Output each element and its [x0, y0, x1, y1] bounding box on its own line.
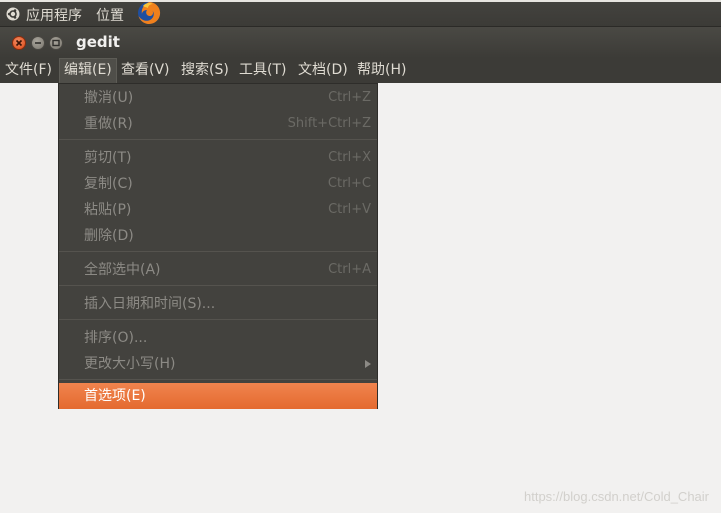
- menu-item-undo[interactable]: 撤消(U) Ctrl+Z: [59, 85, 377, 111]
- menu-documents[interactable]: 文档(D): [294, 58, 352, 83]
- menu-view[interactable]: 查看(V): [117, 58, 174, 83]
- applications-menu[interactable]: 应用程序: [26, 5, 82, 25]
- menu-help[interactable]: 帮助(H): [353, 58, 410, 83]
- menu-item-delete[interactable]: 删除(D): [59, 223, 377, 249]
- menu-item-label: 撤消(U): [84, 90, 134, 106]
- window-title: gedit: [76, 33, 120, 51]
- top-panel: 应用程序 位置: [0, 0, 721, 27]
- menu-item-label: 插入日期和时间(S)...: [84, 296, 216, 312]
- menu-item-cut[interactable]: 剪切(T) Ctrl+X: [59, 145, 377, 171]
- menu-item-sort[interactable]: 排序(O)...: [59, 325, 377, 351]
- watermark: https://blog.csdn.net/Cold_Chair: [524, 489, 709, 504]
- menu-edit[interactable]: 编辑(E): [59, 58, 117, 83]
- submenu-arrow-icon: [365, 360, 371, 368]
- menu-item-preferences[interactable]: 首选项(E): [59, 383, 377, 409]
- menu-search[interactable]: 搜索(S): [177, 58, 233, 83]
- menu-item-shortcut: Ctrl+V: [328, 202, 371, 217]
- menu-item-paste[interactable]: 粘贴(P) Ctrl+V: [59, 197, 377, 223]
- menu-separator: [59, 139, 377, 140]
- window-titlebar: gedit: [0, 27, 721, 58]
- menu-item-label: 排序(O)...: [84, 330, 148, 346]
- menu-item-shortcut: Ctrl+A: [328, 262, 371, 277]
- menu-item-shortcut: Shift+Ctrl+Z: [287, 116, 371, 131]
- menu-separator: [59, 285, 377, 286]
- menu-item-change-case[interactable]: 更改大小写(H): [59, 351, 377, 377]
- menu-separator: [59, 379, 377, 380]
- menu-item-redo[interactable]: 重做(R) Shift+Ctrl+Z: [59, 111, 377, 137]
- menu-item-label: 全部选中(A): [84, 262, 161, 278]
- panel-top-strip: [0, 0, 721, 2]
- menu-item-label: 复制(C): [84, 176, 133, 192]
- menu-item-shortcut: Ctrl+C: [327, 176, 371, 191]
- menubar: 文件(F) 编辑(E) 查看(V) 搜索(S) 工具(T) 文档(D) 帮助(H…: [0, 58, 721, 83]
- menu-item-shortcut: Ctrl+X: [328, 150, 371, 165]
- close-icon[interactable]: [12, 36, 26, 50]
- menu-separator: [59, 251, 377, 252]
- menu-item-copy[interactable]: 复制(C) Ctrl+C: [59, 171, 377, 197]
- menu-item-select-all[interactable]: 全部选中(A) Ctrl+A: [59, 257, 377, 283]
- places-menu[interactable]: 位置: [96, 5, 124, 25]
- menu-item-label: 剪切(T): [84, 150, 132, 166]
- edit-dropdown-menu: 撤消(U) Ctrl+Z 重做(R) Shift+Ctrl+Z 剪切(T) Ct…: [58, 83, 378, 409]
- menu-tools[interactable]: 工具(T): [235, 58, 290, 83]
- firefox-icon[interactable]: [137, 1, 161, 25]
- menu-item-label: 首选项(E): [84, 388, 146, 404]
- menu-item-shortcut: Ctrl+Z: [328, 90, 371, 105]
- menu-item-label: 粘贴(P): [84, 202, 132, 218]
- maximize-icon[interactable]: [49, 36, 63, 50]
- menu-item-insert-datetime[interactable]: 插入日期和时间(S)...: [59, 291, 377, 317]
- menu-item-label: 更改大小写(H): [84, 356, 176, 372]
- menu-separator: [59, 319, 377, 320]
- minimize-icon[interactable]: [31, 36, 45, 50]
- menu-item-label: 重做(R): [84, 116, 133, 132]
- menu-file[interactable]: 文件(F): [1, 58, 56, 83]
- menu-item-label: 删除(D): [84, 228, 134, 244]
- ubuntu-logo-icon[interactable]: [6, 7, 20, 21]
